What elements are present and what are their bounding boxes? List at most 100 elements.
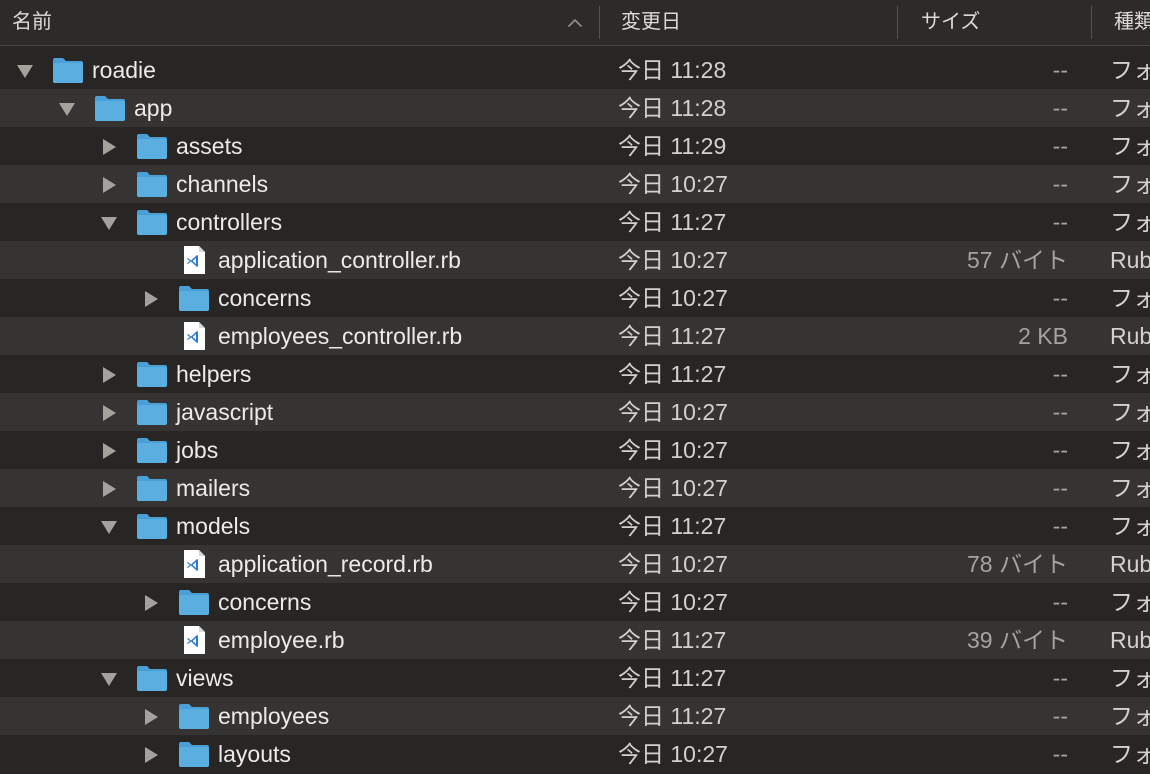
item-size: -- (1052, 399, 1068, 425)
item-date-modified: 今日 11:27 (618, 209, 727, 235)
folder-icon (137, 438, 167, 463)
folder-row[interactable]: concerns 今日 10:27 -- フォ (0, 583, 1150, 621)
file-row[interactable]: application_controller.rb 今日 10:27 57 バイ… (0, 241, 1150, 279)
item-name: concerns (218, 589, 312, 615)
folder-row[interactable]: helpers 今日 11:27 -- フォ (0, 355, 1150, 393)
disclosure-triangle-expanded-icon[interactable] (16, 62, 34, 80)
folder-icon (137, 210, 167, 235)
column-header-kind[interactable]: 種類 (1114, 0, 1150, 45)
item-name: employees_controller.rb (218, 323, 463, 349)
item-kind: フォ (1110, 399, 1150, 425)
item-kind: Rub (1110, 627, 1150, 653)
file-row[interactable]: employee.rb 今日 11:27 39 バイト Rub (0, 621, 1150, 659)
item-kind: フォ (1110, 285, 1150, 311)
folder-row[interactable]: layouts 今日 10:27 -- フォ (0, 735, 1150, 773)
item-size: -- (1052, 171, 1068, 197)
disclosure-triangle-collapsed-icon[interactable] (142, 746, 160, 764)
folder-row[interactable]: mailers 今日 10:27 -- フォ (0, 469, 1150, 507)
column-header-name[interactable]: 名前 (12, 0, 52, 45)
folder-row[interactable]: controllers 今日 11:27 -- フォ (0, 203, 1150, 241)
folder-row[interactable]: channels 今日 10:27 -- フォ (0, 165, 1150, 203)
item-name: controllers (176, 209, 283, 235)
item-size: -- (1052, 209, 1068, 235)
folder-icon (137, 134, 167, 159)
disclosure-triangle-collapsed-icon[interactable] (100, 138, 118, 156)
item-size: -- (1052, 703, 1068, 729)
item-name: channels (176, 171, 269, 197)
item-date-modified: 今日 10:27 (618, 399, 728, 425)
item-size: -- (1052, 741, 1068, 767)
item-kind: フォ (1110, 361, 1150, 387)
disclosure-triangle-collapsed-icon[interactable] (100, 442, 118, 460)
item-name: helpers (176, 361, 252, 387)
column-divider[interactable] (897, 6, 898, 39)
item-date-modified: 今日 11:27 (618, 665, 727, 691)
item-date-modified: 今日 10:27 (618, 741, 728, 767)
column-header-size[interactable]: サイズ (921, 0, 980, 45)
folder-row[interactable]: views 今日 11:27 -- フォ (0, 659, 1150, 697)
item-name: assets (176, 133, 243, 159)
disclosure-triangle-collapsed-icon[interactable] (100, 366, 118, 384)
column-header-bar: 名前 変更日 サイズ 種類 (0, 0, 1150, 46)
folder-row[interactable]: app 今日 11:28 -- フォ (0, 89, 1150, 127)
item-name: employees (218, 703, 330, 729)
folder-row[interactable]: concerns 今日 10:27 -- フォ (0, 279, 1150, 317)
folder-icon (179, 742, 209, 767)
folder-row[interactable]: jobs 今日 10:27 -- フォ (0, 431, 1150, 469)
disclosure-triangle-collapsed-icon[interactable] (142, 708, 160, 726)
item-size: -- (1052, 437, 1068, 463)
item-kind: フォ (1110, 741, 1150, 767)
sort-ascending-icon[interactable] (566, 14, 584, 32)
item-name: employee.rb (218, 627, 345, 653)
item-size: -- (1052, 57, 1068, 83)
folder-row[interactable]: assets 今日 11:29 -- フォ (0, 127, 1150, 165)
item-kind: フォ (1110, 171, 1150, 197)
folder-row[interactable]: javascript 今日 10:27 -- フォ (0, 393, 1150, 431)
disclosure-triangle-expanded-icon[interactable] (58, 100, 76, 118)
item-date-modified: 今日 10:27 (618, 285, 728, 311)
folder-row[interactable]: employees 今日 11:27 -- フォ (0, 697, 1150, 735)
disclosure-triangle-collapsed-icon[interactable] (100, 480, 118, 498)
item-size: -- (1052, 475, 1068, 501)
disclosure-triangle-collapsed-icon[interactable] (142, 290, 160, 308)
item-name: concerns (218, 285, 312, 311)
item-kind: フォ (1110, 513, 1150, 539)
item-date-modified: 今日 11:27 (618, 513, 727, 539)
item-kind: フォ (1110, 703, 1150, 729)
item-name: app (134, 95, 173, 121)
disclosure-triangle-expanded-icon[interactable] (100, 518, 118, 536)
column-header-date[interactable]: 変更日 (621, 0, 681, 45)
item-name: layouts (218, 741, 291, 767)
file-row[interactable]: employees_controller.rb 今日 11:27 2 KB Ru… (0, 317, 1150, 355)
item-size: -- (1052, 361, 1068, 387)
item-kind: フォ (1110, 437, 1150, 463)
item-size: 78 バイト (967, 551, 1068, 577)
folder-icon (179, 590, 209, 615)
item-name: application_controller.rb (218, 247, 461, 273)
file-row[interactable]: application_record.rb 今日 10:27 78 バイト Ru… (0, 545, 1150, 583)
folder-row[interactable]: roadie 今日 11:28 -- フォ (0, 51, 1150, 89)
disclosure-triangle-expanded-icon[interactable] (100, 214, 118, 232)
disclosure-triangle-collapsed-icon[interactable] (142, 594, 160, 612)
item-date-modified: 今日 10:27 (618, 551, 728, 577)
disclosure-triangle-collapsed-icon[interactable] (100, 176, 118, 194)
item-kind: フォ (1110, 475, 1150, 501)
item-date-modified: 今日 10:27 (618, 475, 728, 501)
item-date-modified: 今日 10:27 (618, 437, 728, 463)
item-name: models (176, 513, 251, 539)
item-date-modified: 今日 11:27 (618, 361, 727, 387)
item-date-modified: 今日 11:27 (618, 323, 727, 349)
item-size: 57 バイト (967, 247, 1068, 273)
ruby-file-vscode-icon (184, 626, 205, 654)
folder-icon (137, 172, 167, 197)
disclosure-triangle-expanded-icon[interactable] (100, 670, 118, 688)
folder-icon (137, 514, 167, 539)
disclosure-triangle-collapsed-icon[interactable] (100, 404, 118, 422)
finder-list-view: 名前 変更日 サイズ 種類 roadie 今日 11:28 -- フォ app … (0, 0, 1150, 774)
folder-icon (53, 58, 83, 83)
folder-row[interactable]: models 今日 11:27 -- フォ (0, 507, 1150, 545)
item-kind: フォ (1110, 209, 1150, 235)
column-divider[interactable] (599, 6, 600, 39)
item-size: -- (1052, 513, 1068, 539)
column-divider[interactable] (1091, 6, 1092, 39)
